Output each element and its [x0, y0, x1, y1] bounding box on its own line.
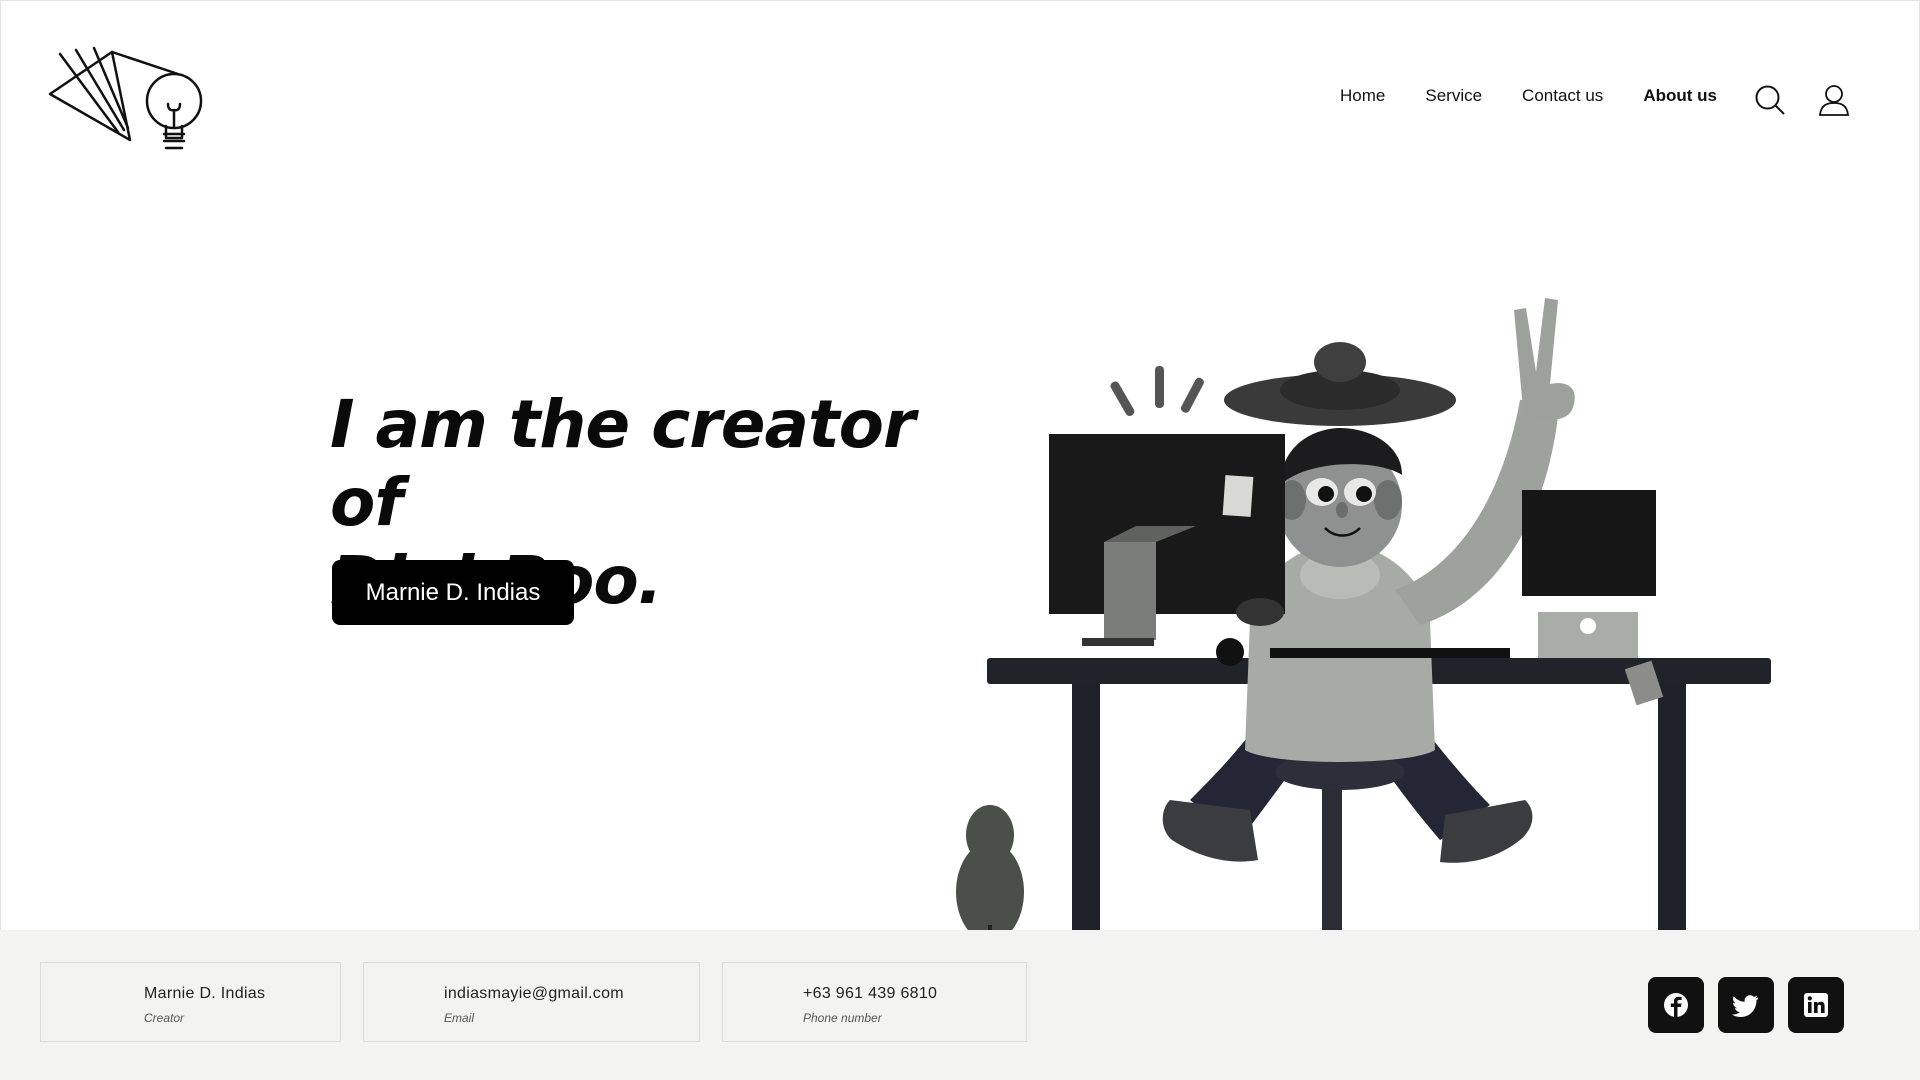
nav-about[interactable]: About us [1643, 86, 1717, 106]
footer-bar: Marnie D. Indias Creator indiasmayie@gma… [0, 930, 1920, 1080]
email-card[interactable]: indiasmayie@gmail.com Email [363, 962, 700, 1042]
nav-home[interactable]: Home [1340, 86, 1385, 106]
user-icon[interactable] [1818, 84, 1850, 116]
profile-name: Marnie D. Indias [144, 985, 266, 1002]
headline-line-1: I am the creator of [330, 386, 916, 541]
twitter-icon[interactable] [1718, 977, 1774, 1033]
logo[interactable] [48, 46, 204, 154]
main-nav: Home Service Contact us About us [1340, 86, 1757, 106]
facebook-icon[interactable] [1648, 977, 1704, 1033]
linkedin-icon[interactable] [1788, 977, 1844, 1033]
email-label: Email [444, 1011, 475, 1025]
creator-name-button[interactable]: Marnie D. Indias [332, 560, 574, 625]
search-icon[interactable] [1754, 84, 1786, 116]
phone-label: Phone number [803, 1011, 882, 1025]
nav-service[interactable]: Service [1425, 86, 1482, 106]
email-value[interactable]: indiasmayie@gmail.com [444, 985, 624, 1003]
phone-card[interactable]: +63 961 439 6810 Phone number [722, 962, 1027, 1042]
profile-role: Creator [144, 1011, 185, 1025]
creator-at-desk-illustration [956, 298, 1771, 930]
profile-card: Marnie D. Indias Creator [40, 962, 341, 1042]
nav-contact[interactable]: Contact us [1522, 86, 1603, 106]
phone-value[interactable]: +63 961 439 6810 [803, 985, 937, 1003]
